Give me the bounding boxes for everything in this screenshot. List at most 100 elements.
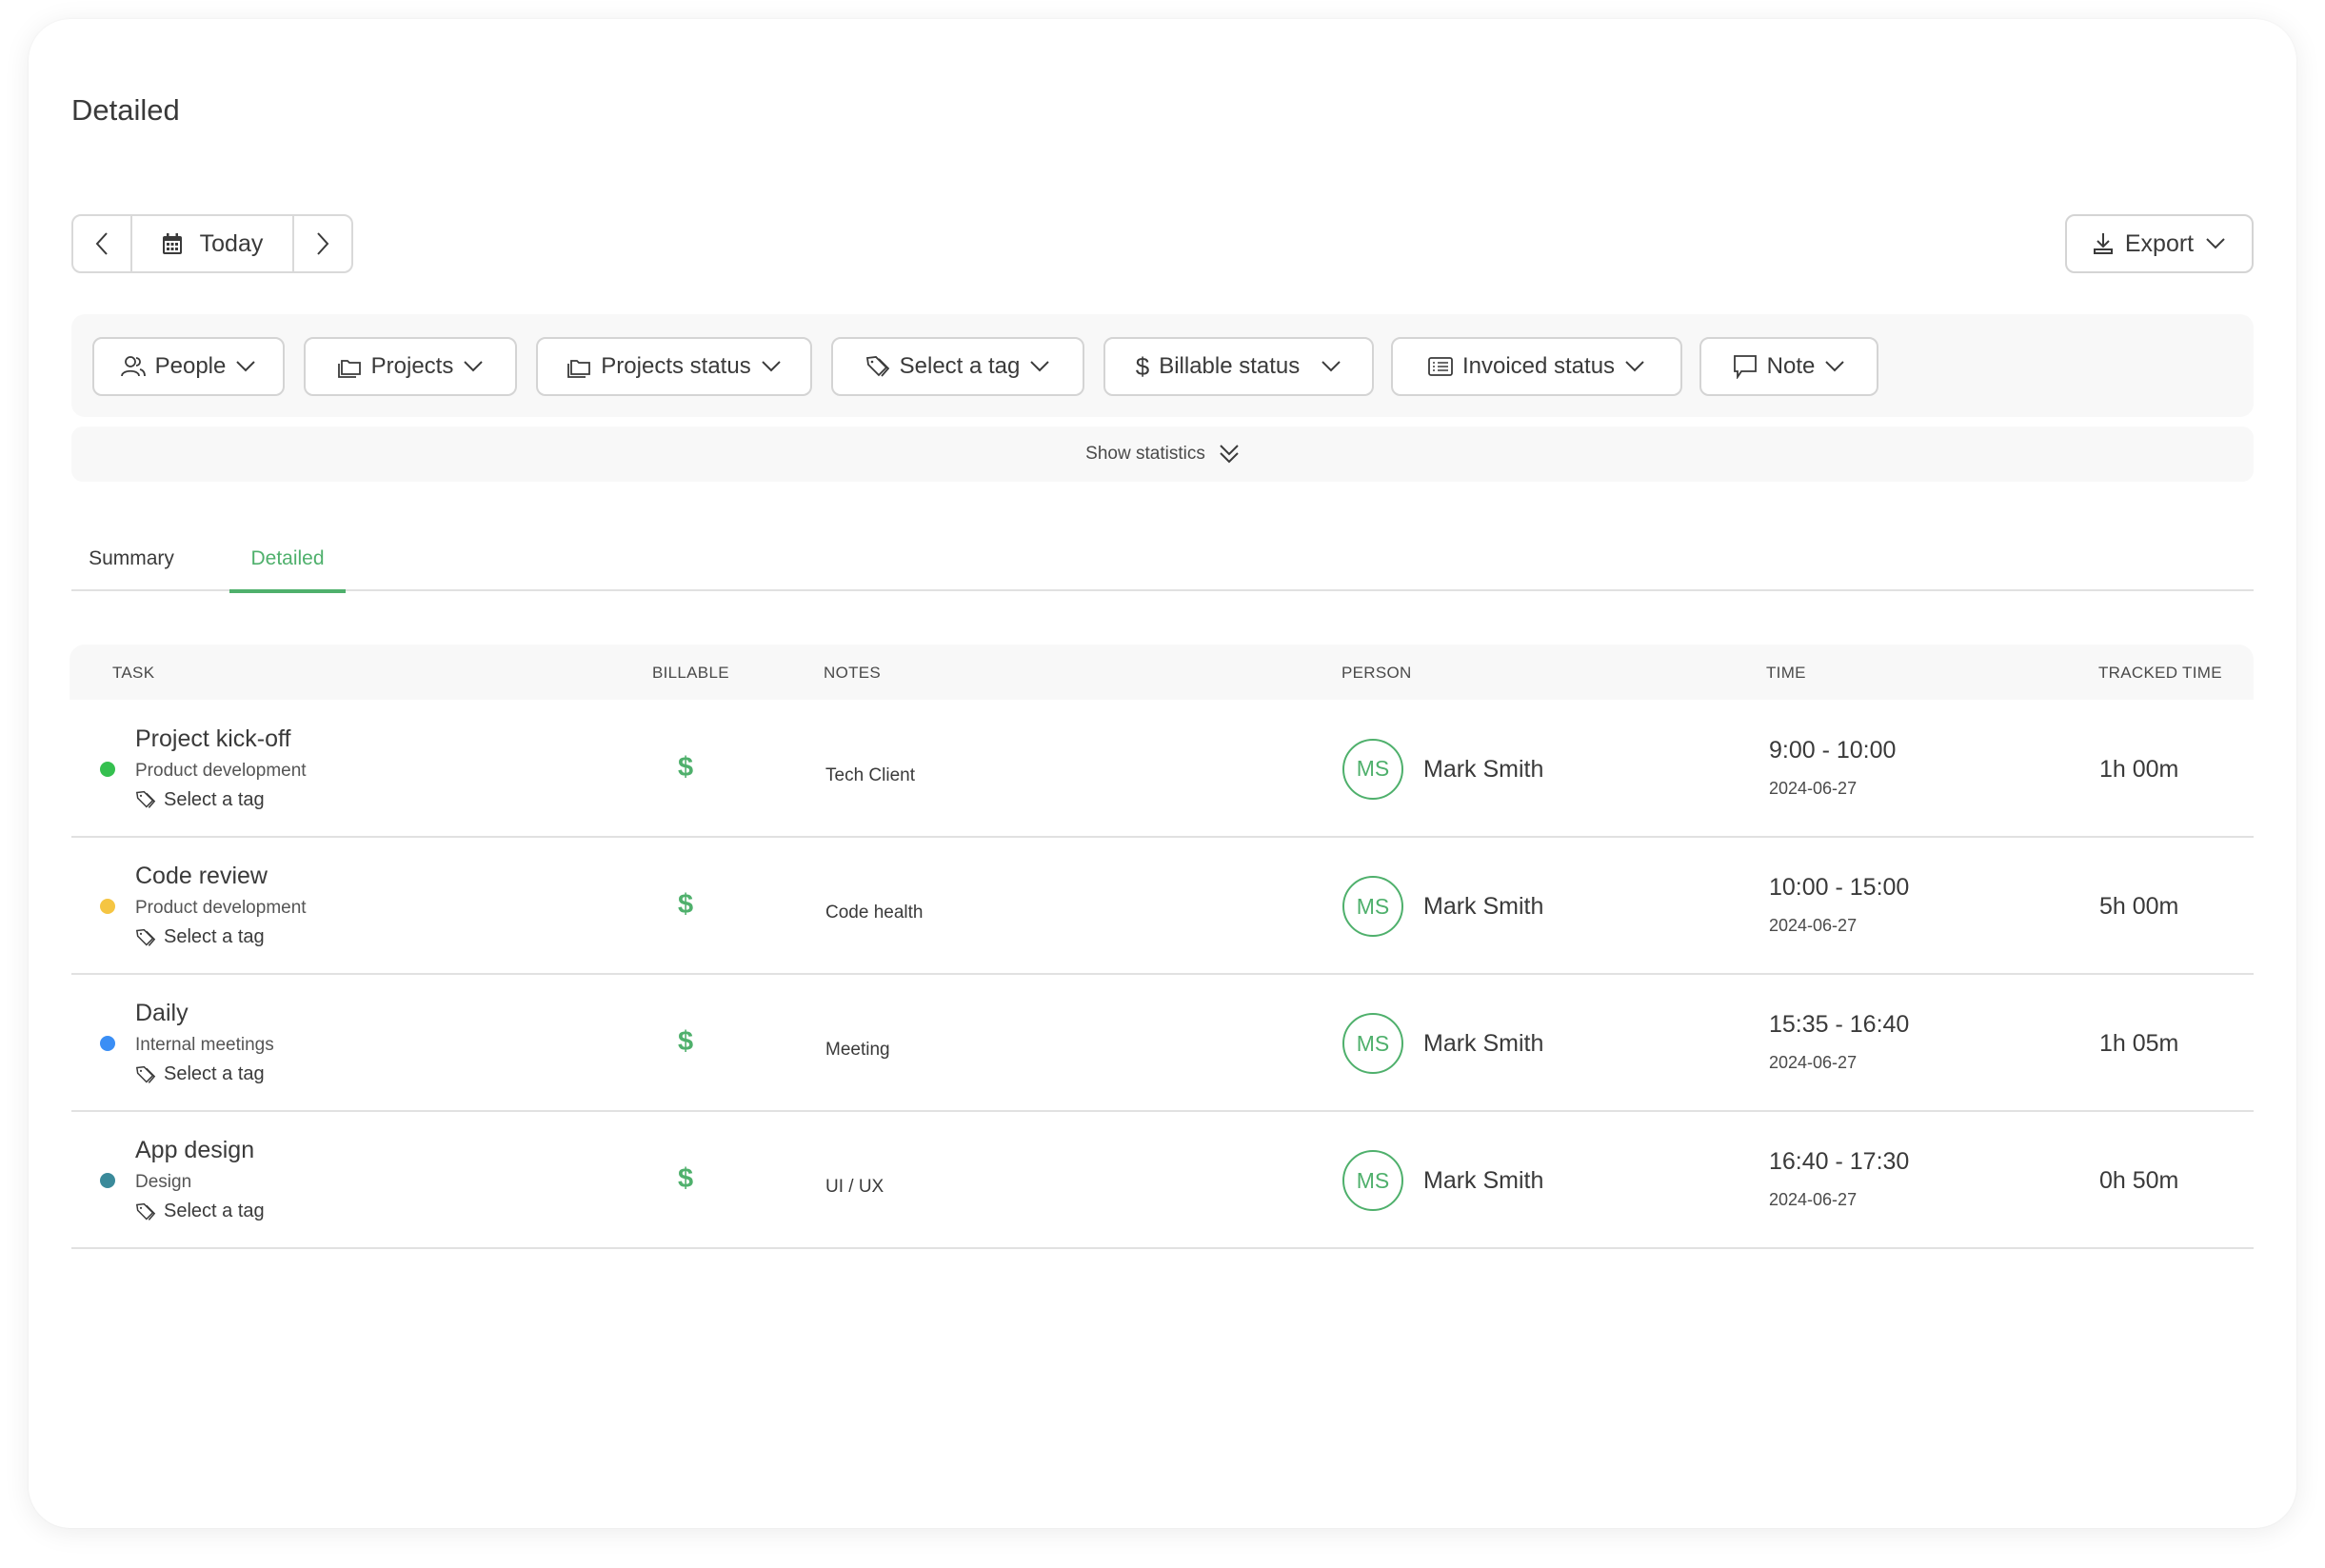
filter-people[interactable]: People [92, 337, 285, 396]
tag-icon [135, 928, 156, 947]
avatar: MS [1342, 738, 1403, 800]
project-color-dot [100, 1036, 115, 1051]
billable-dollar-icon[interactable]: $ [678, 889, 693, 921]
chevron-down-icon [1029, 360, 1050, 373]
task-name: App design [135, 1137, 255, 1163]
time-date: 2024-06-27 [1769, 778, 1858, 798]
filter-label: Invoiced status [1461, 353, 1616, 379]
person-name: Mark Smith [1423, 1030, 1544, 1057]
billable-dollar-icon[interactable]: $ [678, 1026, 693, 1058]
column-header-notes: NOTES [824, 664, 882, 682]
download-icon [2093, 232, 2114, 255]
avatar: MS [1342, 1150, 1403, 1211]
chevron-right-icon [315, 231, 330, 256]
billable-dollar-icon[interactable]: $ [678, 752, 693, 784]
task-note: Meeting [825, 1040, 890, 1060]
person-name: Mark Smith [1423, 755, 1544, 783]
time-date: 2024-06-27 [1769, 916, 1858, 935]
task-name: Daily [135, 1000, 189, 1026]
tag-icon [135, 1065, 156, 1084]
column-header-time: TIME [1766, 664, 1806, 682]
today-label: Today [199, 229, 264, 257]
filter-label: Note [1766, 353, 1816, 379]
filter-billable-status[interactable]: $ Billable status [1103, 337, 1374, 396]
report-card: Detailed Today Export People Projects Pr… [29, 19, 2296, 1528]
tag-label: Select a tag [164, 926, 265, 947]
tag-label: Select a tag [164, 1063, 265, 1084]
tab-detailed[interactable]: Detailed [229, 547, 346, 593]
chevron-down-icon [1624, 360, 1645, 373]
table-row[interactable]: Project kick-off Product development Selec… [71, 700, 2254, 838]
task-note: Code health [825, 903, 924, 923]
task-name: Code review [135, 863, 268, 889]
avatar: MS [1342, 1013, 1403, 1074]
filter-label: Projects status [601, 353, 751, 379]
task-project: Product development [135, 760, 307, 781]
next-day-button[interactable] [294, 216, 351, 271]
chevron-left-icon [94, 231, 109, 256]
filter-label: People [154, 353, 227, 379]
list-icon [1428, 356, 1453, 377]
chevron-down-icon [761, 360, 782, 373]
folder-icon [566, 355, 591, 378]
tag-icon [135, 790, 156, 809]
column-header-person: PERSON [1341, 664, 1412, 682]
select-tag-button[interactable]: Select a tag [135, 1201, 265, 1222]
filter-projects-status[interactable]: Projects status [536, 337, 812, 396]
filter-label: Billable status [1159, 353, 1301, 379]
select-tag-button[interactable]: Select a tag [135, 789, 265, 811]
people-icon [120, 355, 146, 378]
task-project: Product development [135, 898, 307, 918]
time-range: 16:40 - 17:30 [1769, 1148, 1910, 1175]
filter-invoiced-status[interactable]: Invoiced status [1391, 337, 1682, 396]
select-tag-button[interactable]: Select a tag [135, 926, 265, 948]
tag-label: Select a tag [164, 788, 265, 810]
person-name: Mark Smith [1423, 1167, 1544, 1194]
calendar-icon [162, 232, 183, 255]
table-row[interactable]: App design Design Select a tag $ UI / UX MS Ma… [71, 1112, 2254, 1249]
report-tabs: Summary Detailed [71, 547, 2254, 593]
project-color-dot [100, 1173, 115, 1188]
date-navigator: Today [71, 214, 353, 273]
billable-dollar-icon[interactable]: $ [678, 1163, 693, 1195]
filter-label: Select a tag [899, 353, 1021, 379]
export-button[interactable]: Export [2065, 214, 2254, 273]
column-header-task: TASK [112, 664, 155, 682]
tracked-time: 1h 00m [2099, 755, 2179, 783]
tracked-time: 5h 00m [2099, 893, 2179, 920]
chevron-down-icon [463, 360, 484, 373]
dollar-icon: $ [1135, 351, 1150, 381]
page-title: Detailed [71, 93, 180, 127]
time-range: 15:35 - 16:40 [1769, 1011, 1910, 1038]
filter-note[interactable]: Note [1699, 337, 1878, 396]
time-date: 2024-06-27 [1769, 1053, 1858, 1072]
tag-icon [135, 1202, 156, 1221]
time-range: 9:00 - 10:00 [1769, 736, 1897, 764]
previous-day-button[interactable] [73, 216, 130, 271]
double-chevron-down-icon [1219, 444, 1240, 465]
task-project: Internal meetings [135, 1035, 274, 1055]
today-button[interactable]: Today [130, 216, 294, 271]
table-header: TASK BILLABLE NOTES PERSON TIME TRACKED … [70, 645, 2254, 700]
task-note: UI / UX [825, 1177, 884, 1197]
table-row[interactable]: Code review Product development Select a t… [71, 838, 2254, 975]
export-label: Export [2124, 229, 2195, 257]
project-color-dot [100, 899, 115, 914]
filter-tag[interactable]: Select a tag [831, 337, 1084, 396]
column-header-tracked-time: TRACKED TIME [2098, 664, 2222, 682]
folder-icon [337, 355, 362, 378]
person-name: Mark Smith [1423, 893, 1544, 920]
table-row[interactable]: Daily Internal meetings Select a tag $ Meeti… [71, 975, 2254, 1112]
tracked-time: 1h 05m [2099, 1030, 2179, 1057]
filter-projects[interactable]: Projects [304, 337, 517, 396]
column-header-billable: BILLABLE [652, 664, 729, 682]
chevron-down-icon [1321, 360, 1341, 373]
filter-panel: People Projects Projects status Select a… [71, 314, 2254, 417]
time-date: 2024-06-27 [1769, 1190, 1858, 1209]
project-color-dot [100, 761, 115, 777]
select-tag-button[interactable]: Select a tag [135, 1063, 265, 1085]
tab-summary[interactable]: Summary [71, 547, 191, 591]
show-statistics-toggle[interactable]: Show statistics [71, 427, 2254, 482]
filter-label: Projects [370, 353, 454, 379]
chevron-down-icon [2205, 237, 2226, 250]
